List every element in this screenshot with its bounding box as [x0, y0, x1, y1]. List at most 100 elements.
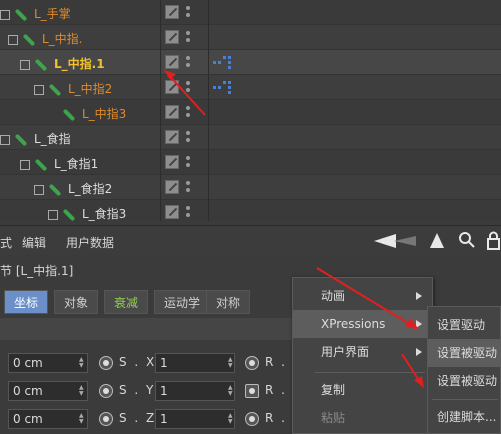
scale-x-field[interactable]: 1: [155, 353, 235, 373]
tree-row[interactable]: [0, 0, 501, 25]
stepper-icon[interactable]: ▲ ▼: [79, 385, 85, 397]
scale-z-label: S . Z: [119, 411, 157, 425]
search-icon[interactable]: [458, 231, 476, 249]
bone-icon: [62, 108, 76, 121]
tree-node-label: L_中指3: [82, 107, 127, 121]
tree-node-label: L_中指.1: [54, 57, 105, 71]
object-path-title: 节 [L_中指.1]: [0, 264, 74, 278]
stepper-icon[interactable]: ▲ ▼: [228, 357, 234, 369]
visibility-dots-icon[interactable]: [186, 131, 190, 145]
bone-icon: [22, 33, 36, 46]
tree-node[interactable]: L_中指.1: [20, 52, 105, 76]
bone-icon: [48, 183, 62, 196]
animate-radio[interactable]: [99, 356, 113, 370]
animate-radio[interactable]: [99, 412, 113, 426]
annotation-arrow: [164, 70, 206, 116]
stepper-icon[interactable]: ▲ ▼: [79, 413, 85, 425]
annotation-arrow: [316, 267, 419, 330]
tree-node[interactable]: L_中指2: [34, 77, 112, 101]
expand-icon[interactable]: [34, 84, 44, 95]
tree-row[interactable]: [0, 125, 501, 150]
tree-node-label: L_食指: [34, 132, 71, 146]
animate-radio[interactable]: [245, 356, 259, 370]
scale-y-label: S . Y: [119, 383, 156, 397]
layer-tag-icon[interactable]: [165, 155, 179, 169]
layer-tag-icon[interactable]: [165, 130, 179, 144]
tree-node[interactable]: L_中指.: [8, 27, 83, 51]
menu-item-set-driven-relative[interactable]: 设置被驱动: [428, 367, 501, 395]
tree-node-label: L_中指2: [68, 82, 113, 96]
menu-edit[interactable]: 编辑: [22, 234, 46, 251]
keyframe-radio[interactable]: [245, 384, 259, 398]
tree-node[interactable]: L_食指: [0, 127, 71, 151]
tree-node-label: L_食指3: [82, 207, 127, 221]
tree-node-label: L_手掌: [34, 7, 71, 21]
tree-node[interactable]: L_食指2: [34, 177, 112, 201]
scale-x-label: S . X: [119, 355, 157, 369]
position-z-field[interactable]: 0 cm: [8, 409, 88, 429]
visibility-dots-icon[interactable]: [186, 181, 190, 195]
bone-icon: [14, 8, 28, 21]
visibility-dots-icon[interactable]: [186, 156, 190, 170]
up-arrow-icon[interactable]: [428, 232, 446, 250]
expand-icon[interactable]: [48, 209, 58, 220]
position-x-field[interactable]: 0 cm: [8, 353, 88, 373]
bone-icon: [48, 83, 62, 96]
attribute-menubar: 式 编辑 用户数据: [0, 225, 501, 255]
menu-item-label: 用户界面: [321, 345, 370, 359]
tab-falloff[interactable]: 衰减: [104, 290, 149, 314]
back-arrow-icon[interactable]: [372, 232, 422, 250]
expand-icon[interactable]: [34, 184, 44, 195]
layer-tag-icon[interactable]: [165, 5, 179, 19]
bone-icon: [62, 208, 76, 221]
tree-node-label: L_食指1: [54, 157, 99, 171]
stepper-icon[interactable]: ▲ ▼: [228, 413, 234, 425]
visibility-dots-icon[interactable]: [186, 31, 190, 45]
menu-item-label: 粘贴: [321, 411, 346, 425]
expand-icon[interactable]: [20, 59, 30, 70]
menu-divider: [432, 399, 498, 400]
xpresso-tag-icon[interactable]: [213, 56, 233, 70]
tab-coordinates[interactable]: 坐标: [4, 290, 49, 314]
expand-icon[interactable]: [20, 159, 30, 170]
xpressions-submenu: 设置驱动 设置被驱动 设置被驱动 创建脚本...: [427, 306, 501, 434]
tab-symmetry[interactable]: 对称: [206, 290, 251, 314]
stepper-icon[interactable]: ▲ ▼: [79, 357, 85, 369]
xpresso-tag-icon[interactable]: [213, 81, 233, 95]
bone-icon: [14, 133, 28, 146]
layer-tag-icon[interactable]: [165, 180, 179, 194]
bone-icon: [34, 58, 48, 71]
tree-node-label: L_中指.: [42, 32, 83, 46]
visibility-dots-icon[interactable]: [186, 6, 190, 20]
tree-node-label: L_食指2: [68, 182, 113, 196]
menu-mode[interactable]: 式: [0, 234, 12, 251]
layer-tag-icon[interactable]: [165, 205, 179, 219]
stepper-icon[interactable]: ▲ ▼: [228, 385, 234, 397]
scale-y-field[interactable]: 1: [155, 381, 235, 401]
tree-node[interactable]: L_食指3: [48, 202, 126, 221]
tab-kinematics[interactable]: 运动学: [154, 290, 211, 314]
menu-item-label: 复制: [321, 383, 346, 397]
annotation-arrow: [401, 353, 424, 388]
layer-tag-icon[interactable]: [165, 30, 179, 44]
object-manager-tree: L_手掌 L_中指. L_中指.1 L_中指2 L_中指3 L_食指 L_食指1…: [0, 0, 501, 221]
menu-item-create-script[interactable]: 创建脚本...: [428, 403, 501, 431]
bone-icon: [34, 158, 48, 171]
animate-radio[interactable]: [99, 384, 113, 398]
animate-radio[interactable]: [245, 412, 259, 426]
tree-node[interactable]: L_食指1: [20, 152, 98, 176]
position-y-field[interactable]: 0 cm: [8, 381, 88, 401]
menu-user-data[interactable]: 用户数据: [66, 234, 114, 251]
menu-item-paste[interactable]: 粘贴: [293, 404, 432, 432]
expand-icon[interactable]: [8, 34, 18, 45]
expand-icon[interactable]: [0, 9, 10, 20]
tab-object[interactable]: 对象: [54, 290, 99, 314]
expand-icon[interactable]: [0, 134, 10, 145]
lock-icon[interactable]: [486, 231, 501, 251]
menu-item-set-driven-absolute[interactable]: 设置被驱动: [428, 339, 501, 367]
visibility-dots-icon[interactable]: [186, 206, 190, 220]
tree-node[interactable]: L_手掌: [0, 2, 71, 26]
tree-node[interactable]: L_中指3: [62, 102, 126, 126]
menu-item-set-driver[interactable]: 设置驱动: [428, 311, 501, 339]
scale-z-field[interactable]: 1: [155, 409, 235, 429]
